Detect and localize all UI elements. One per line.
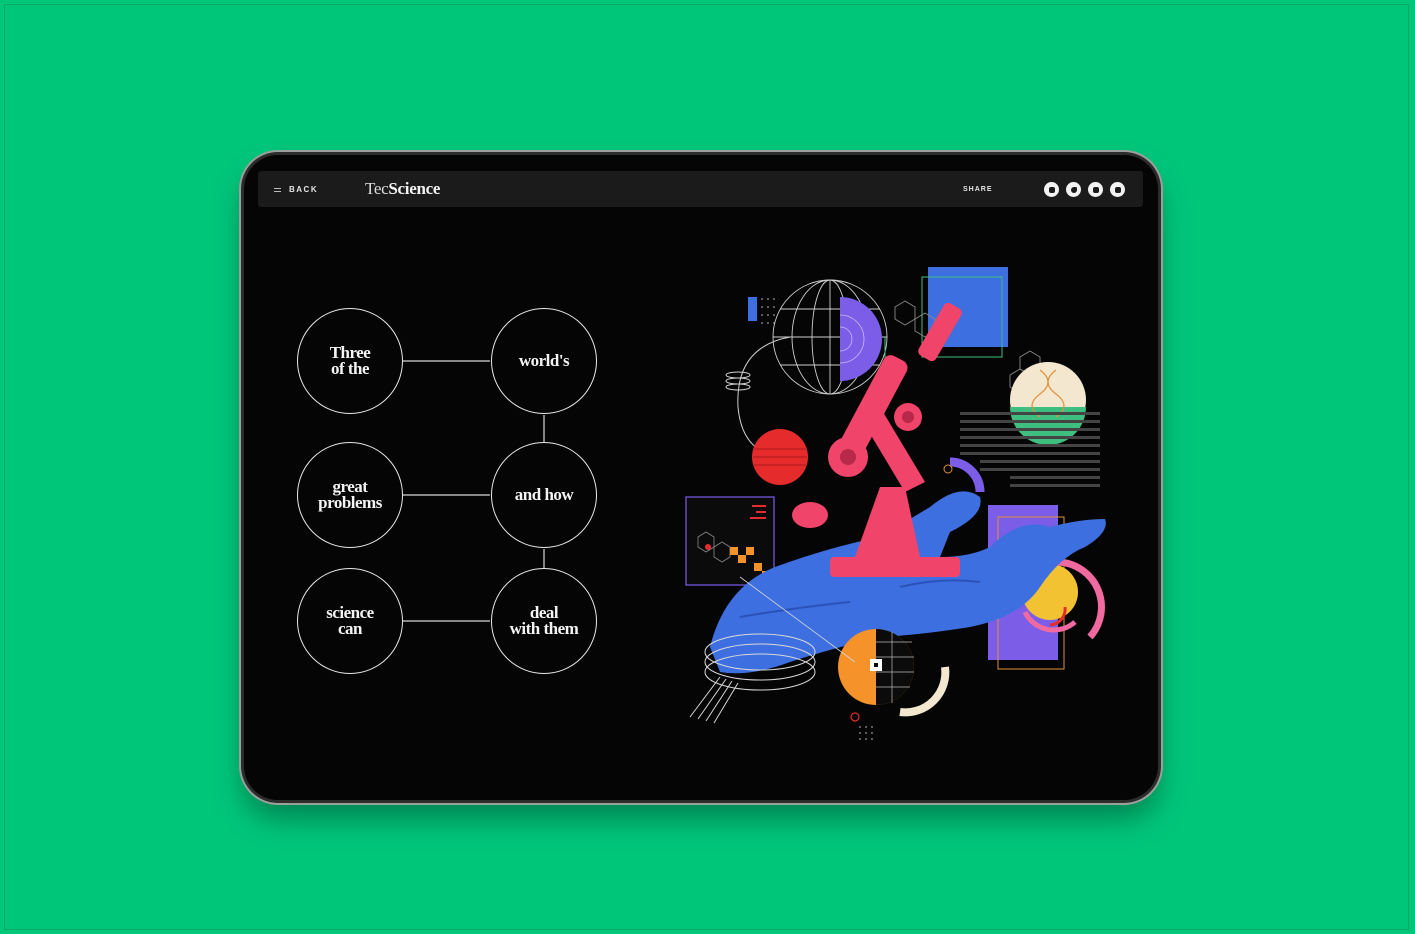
menu-icon <box>274 186 281 193</box>
tablet-device: BACK Tec Science SHARE Three of the world… <box>244 155 1158 800</box>
email-icon[interactable] <box>1110 182 1125 197</box>
diagram-node: and how <box>491 442 597 548</box>
facebook-icon[interactable] <box>1044 182 1059 197</box>
share-label: SHARE <box>963 185 993 193</box>
social-share-buttons <box>1044 182 1125 197</box>
site-logo[interactable]: Tec Science <box>365 171 440 207</box>
diagram-node: world's <box>491 308 597 414</box>
top-navigation-bar: BACK Tec Science SHARE <box>258 171 1143 207</box>
diagram-node: science can <box>297 568 403 674</box>
diagram-node: deal with them <box>491 568 597 674</box>
diagram-node: Three of the <box>297 308 403 414</box>
microscope-hand-illustration <box>685 267 1106 740</box>
logo-bold-text: Science <box>388 179 441 198</box>
diagram-node: great problems <box>297 442 403 548</box>
linkedin-icon[interactable] <box>1088 182 1103 197</box>
back-label: BACK <box>289 184 319 194</box>
logo-light-text: Tec <box>365 179 389 198</box>
twitter-icon[interactable] <box>1066 182 1081 197</box>
back-button[interactable]: BACK <box>274 171 318 207</box>
headline-diagram: Three of the world's great problems and … <box>294 305 604 675</box>
